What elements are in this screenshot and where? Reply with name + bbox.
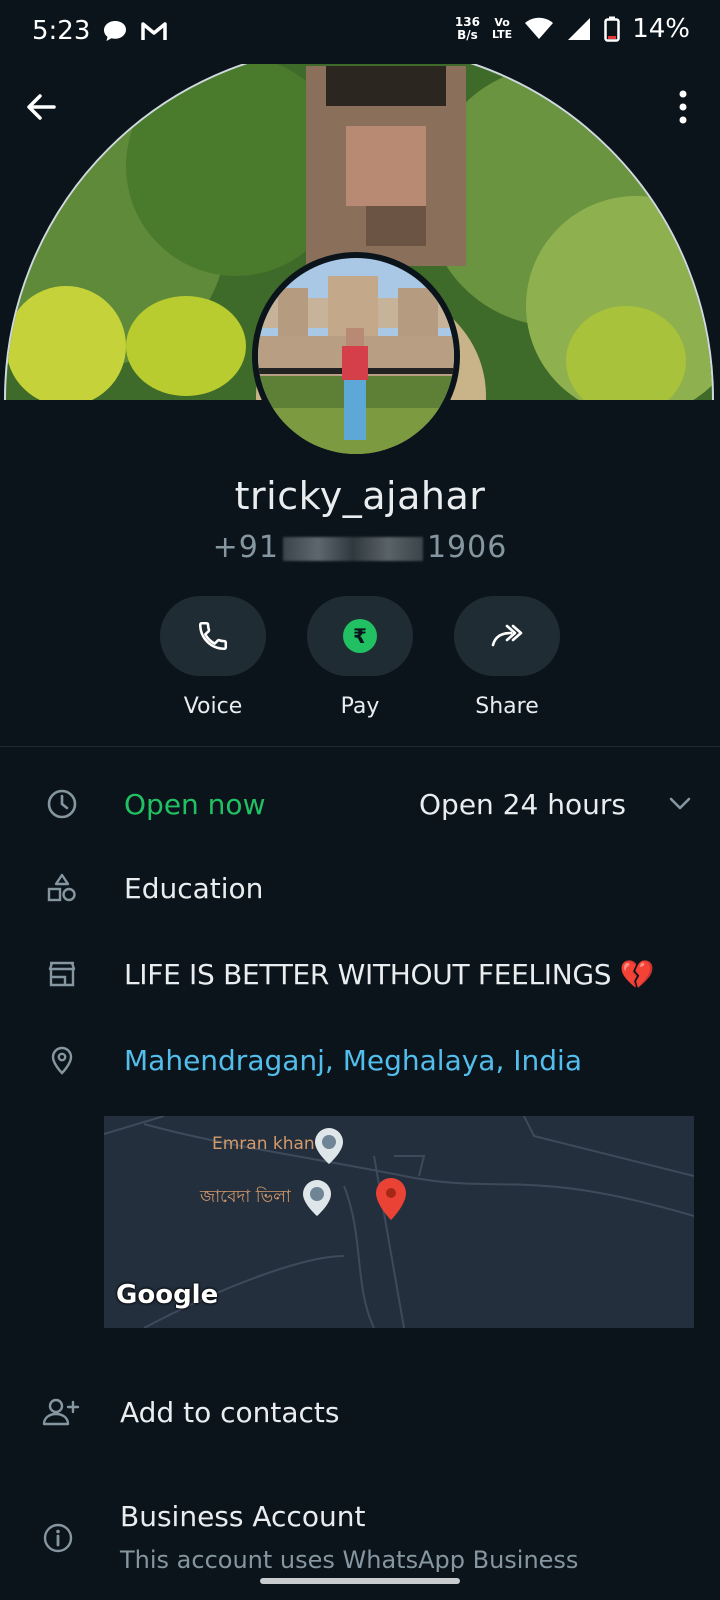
google-logo: Google	[116, 1280, 219, 1310]
profile-avatar[interactable]	[252, 252, 460, 460]
description-text: LIFE IS BETTER WITHOUT FEELINGS 💔	[124, 957, 655, 991]
action-buttons: Voice ₹ Pay Share	[160, 596, 560, 719]
map-place-label: জাবেদা ভিলা	[200, 1187, 291, 1207]
info-icon	[43, 1523, 73, 1553]
add-person-icon	[42, 1398, 80, 1426]
category-shapes-icon	[47, 873, 76, 902]
pay-label: Pay	[340, 694, 380, 719]
business-account-title: Business Account	[120, 1500, 366, 1533]
business-hours-row[interactable]: Open now Open 24 hours	[0, 784, 720, 824]
voice-label: Voice	[183, 694, 243, 719]
voice-call-button[interactable]: Voice	[160, 596, 266, 719]
status-bar: 5:23 136 B/s Vo LTE 14%	[0, 0, 720, 64]
wifi-icon	[525, 17, 554, 39]
map-location-pin-icon[interactable]	[374, 1176, 408, 1222]
share-button[interactable]: Share	[454, 596, 560, 719]
category-row: Education	[0, 868, 720, 908]
hours-text: Open 24 hours	[419, 787, 626, 821]
avatar-image	[258, 258, 454, 454]
location-map[interactable]: Emran khan জাবেদা ভিলা Google	[104, 1116, 694, 1328]
map-place-marker-icon[interactable]	[300, 1178, 334, 1218]
chevron-down-icon[interactable]	[668, 796, 692, 812]
more-options-icon[interactable]	[678, 90, 688, 124]
share-label: Share	[475, 694, 539, 719]
battery-percent: 14%	[632, 14, 690, 44]
share-arrow-icon	[491, 624, 523, 647]
network-speed: 136 B/s	[454, 15, 480, 42]
location-pin-icon	[51, 1046, 73, 1075]
map-place-label: Emran khan	[212, 1134, 315, 1154]
gesture-nav-bar[interactable]	[260, 1578, 460, 1584]
phone-icon	[198, 621, 228, 651]
open-status: Open now	[124, 787, 266, 821]
business-account-row[interactable]: Business Account This account uses Whats…	[0, 1492, 720, 1572]
rupee-icon: ₹	[343, 619, 377, 653]
status-time: 5:23	[32, 16, 91, 46]
signal-icon	[568, 18, 591, 40]
add-to-contacts-label: Add to contacts	[120, 1395, 340, 1429]
gmail-icon	[141, 22, 168, 40]
business-account-subtitle: This account uses WhatsApp Business	[120, 1546, 579, 1572]
volte-indicator: Vo LTE	[491, 16, 513, 41]
phone-redacted	[282, 536, 423, 561]
description-row: LIFE IS BETTER WITHOUT FEELINGS 💔	[0, 954, 720, 994]
address-link[interactable]: Mahendraganj, Meghalaya, India	[124, 1044, 582, 1077]
clock-icon	[47, 789, 77, 819]
address-row[interactable]: Mahendraganj, Meghalaya, India	[0, 1040, 720, 1080]
category-text: Education	[124, 871, 264, 905]
profile-phone: +91 1906	[212, 530, 508, 565]
add-to-contacts-row[interactable]: Add to contacts	[0, 1390, 720, 1434]
store-icon	[48, 961, 76, 987]
battery-icon	[604, 16, 620, 42]
map-place-marker-icon[interactable]	[312, 1126, 346, 1166]
back-arrow-icon[interactable]	[24, 90, 58, 124]
section-divider	[0, 746, 720, 747]
chat-notification-icon	[104, 21, 127, 41]
pay-button[interactable]: ₹ Pay	[307, 596, 413, 719]
profile-name: tricky_ajahar	[234, 474, 486, 518]
